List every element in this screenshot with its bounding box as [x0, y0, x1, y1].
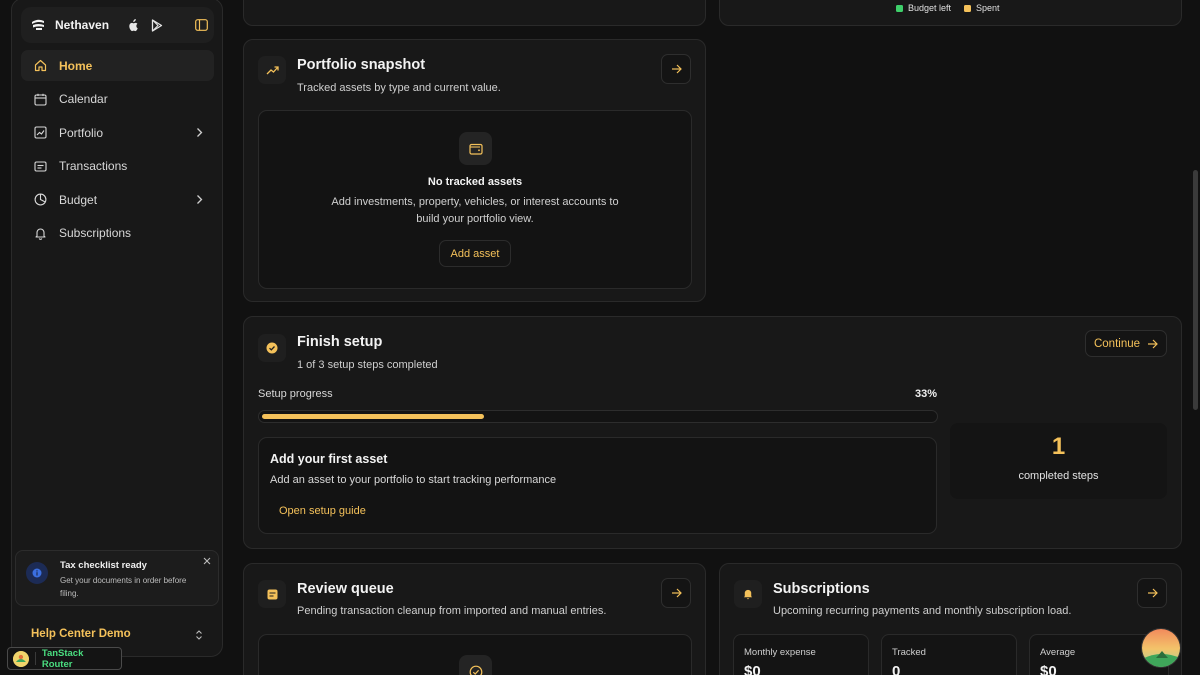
- sidebar-item-calendar[interactable]: Calendar: [21, 84, 214, 115]
- card-subtitle: Tracked assets by type and current value…: [297, 82, 501, 94]
- sidebar-collapse-icon[interactable]: [192, 16, 210, 34]
- sidebar-item-label: Calendar: [59, 92, 108, 106]
- setup-progress-percent: 33%: [915, 388, 938, 400]
- tax-checklist-toast: Tax checklist ready Get your documents i…: [15, 550, 219, 606]
- setup-progress-label: Setup progress: [258, 388, 333, 400]
- bell-icon: [734, 580, 762, 608]
- main-nav: Home Calendar Portfolio Transactions Bud…: [21, 50, 214, 251]
- portfolio-empty-state: No tracked assets Add investments, prope…: [258, 110, 692, 289]
- next-step-title: Add your first asset: [270, 452, 388, 466]
- card-title: Subscriptions: [773, 581, 870, 597]
- trend-icon: [33, 126, 47, 140]
- sidebar-item-transactions[interactable]: Transactions: [21, 151, 214, 182]
- receipt-icon: [33, 159, 47, 173]
- list-icon: [258, 580, 286, 608]
- stat-value: 0: [892, 663, 901, 675]
- chevron-right-icon: [194, 194, 204, 205]
- google-play-icon[interactable]: [150, 17, 164, 33]
- card-title: Portfolio snapshot: [297, 57, 426, 73]
- sidebar-item-label: Home: [59, 58, 93, 73]
- arrow-right-icon: [1148, 339, 1158, 348]
- page-scrollbar[interactable]: [1193, 170, 1198, 410]
- check-circle-icon: [258, 334, 286, 362]
- sidebar-item-portfolio[interactable]: Portfolio: [21, 117, 214, 148]
- arrow-right-icon: [671, 64, 682, 74]
- completed-steps-label: completed steps: [1018, 470, 1099, 482]
- add-asset-button[interactable]: Add asset: [439, 240, 511, 267]
- empty-state-description: Add investments, property, vehicles, or …: [331, 196, 619, 225]
- info-icon: [26, 562, 48, 584]
- toast-title: Tax checklist ready: [60, 560, 147, 571]
- brand-bar: Nethaven: [21, 7, 214, 43]
- workspace-name: Help Center Demo: [31, 628, 131, 640]
- assistant-avatar[interactable]: [1141, 628, 1181, 668]
- home-icon: [33, 59, 47, 73]
- workspace-switcher[interactable]: Help Center Demo: [31, 625, 204, 643]
- continue-setup-button[interactable]: Continue: [1085, 330, 1167, 357]
- stat-monthly-expense: Monthly expense $0: [733, 634, 869, 675]
- stat-value: $0: [744, 663, 761, 675]
- open-review-queue-button[interactable]: [661, 578, 691, 608]
- sidebar-item-label: Transactions: [59, 159, 128, 173]
- budget-legend: Budget left Spent: [896, 3, 1000, 13]
- continue-label: Continue: [1093, 337, 1141, 350]
- setup-progress-bar: [258, 410, 938, 423]
- next-step-panel: Add your first asset Add an asset to you…: [258, 437, 937, 534]
- apple-icon[interactable]: [126, 17, 140, 33]
- sidebar-item-label: Budget: [59, 192, 98, 207]
- sidebar-item-label: Portfolio: [59, 125, 104, 140]
- stat-label: Average: [1040, 647, 1076, 658]
- legend-budget-left: Budget left: [896, 3, 951, 13]
- card-subtitle: 1 of 3 setup steps completed: [297, 359, 438, 371]
- empty-state-title: No tracked assets: [427, 176, 523, 188]
- close-icon[interactable]: [202, 556, 212, 566]
- sidebar-item-home[interactable]: Home: [21, 50, 214, 81]
- trend-up-icon: [258, 56, 286, 84]
- check-icon: [459, 655, 492, 675]
- finish-setup-card: Finish setup 1 of 3 setup steps complete…: [243, 316, 1182, 549]
- chevron-right-icon: [194, 127, 204, 138]
- open-setup-guide-link[interactable]: Open setup guide: [279, 505, 366, 517]
- sidebar-item-label: Subscriptions: [59, 226, 132, 240]
- brand-name: Nethaven: [55, 18, 110, 32]
- card-title: Review queue: [297, 581, 394, 597]
- arrow-right-icon: [1147, 588, 1158, 598]
- review-empty-state: [258, 634, 692, 675]
- open-portfolio-button[interactable]: [661, 54, 691, 84]
- completed-steps-box: 1 completed steps: [950, 423, 1167, 499]
- wallet-icon: [459, 132, 492, 165]
- tanstack-router-devtools-button[interactable]: TanStack Router: [7, 647, 122, 670]
- next-step-description: Add an asset to your portfolio to start …: [270, 474, 557, 486]
- sidebar-item-subscriptions[interactable]: Subscriptions: [21, 218, 214, 249]
- budget-card: Budget left Spent: [719, 0, 1182, 26]
- chevron-up-down-icon: [194, 628, 204, 641]
- calendar-icon: [33, 92, 47, 106]
- pie-chart-icon: [33, 193, 47, 207]
- router-badge-label: TanStack Router: [41, 647, 84, 670]
- review-queue-card: Review queue Pending transaction cleanup…: [243, 563, 706, 675]
- legend-spent: Spent: [964, 3, 1000, 13]
- card-subtitle: Upcoming recurring payments and monthly …: [773, 605, 1072, 617]
- setup-progress-fill: [262, 414, 484, 419]
- stat-tracked: Tracked 0: [881, 634, 1017, 675]
- toast-body: Get your documents in order before filin…: [60, 576, 187, 598]
- stat-label: Monthly expense: [744, 647, 816, 658]
- stat-value: $0: [1040, 663, 1057, 675]
- sidebar: Nethaven Home Calendar Portfolio Transac…: [11, 0, 223, 657]
- brand-logo-icon: [31, 17, 47, 33]
- card-subtitle: Pending transaction cleanup from importe…: [297, 605, 607, 617]
- subscriptions-card: Subscriptions Upcoming recurring payment…: [719, 563, 1182, 675]
- arrow-right-icon: [671, 588, 682, 598]
- bell-icon: [33, 226, 47, 240]
- tanstack-logo-icon: [13, 650, 29, 667]
- landscape-avatar-icon: [1142, 629, 1180, 667]
- top-left-card: [243, 0, 706, 26]
- card-title: Finish setup: [297, 334, 383, 350]
- portfolio-snapshot-card: Portfolio snapshot Tracked assets by typ…: [243, 39, 706, 302]
- stat-label: Tracked: [892, 647, 926, 658]
- open-subscriptions-button[interactable]: [1137, 578, 1167, 608]
- sidebar-item-budget[interactable]: Budget: [21, 184, 214, 215]
- completed-steps-count: 1: [1051, 433, 1066, 460]
